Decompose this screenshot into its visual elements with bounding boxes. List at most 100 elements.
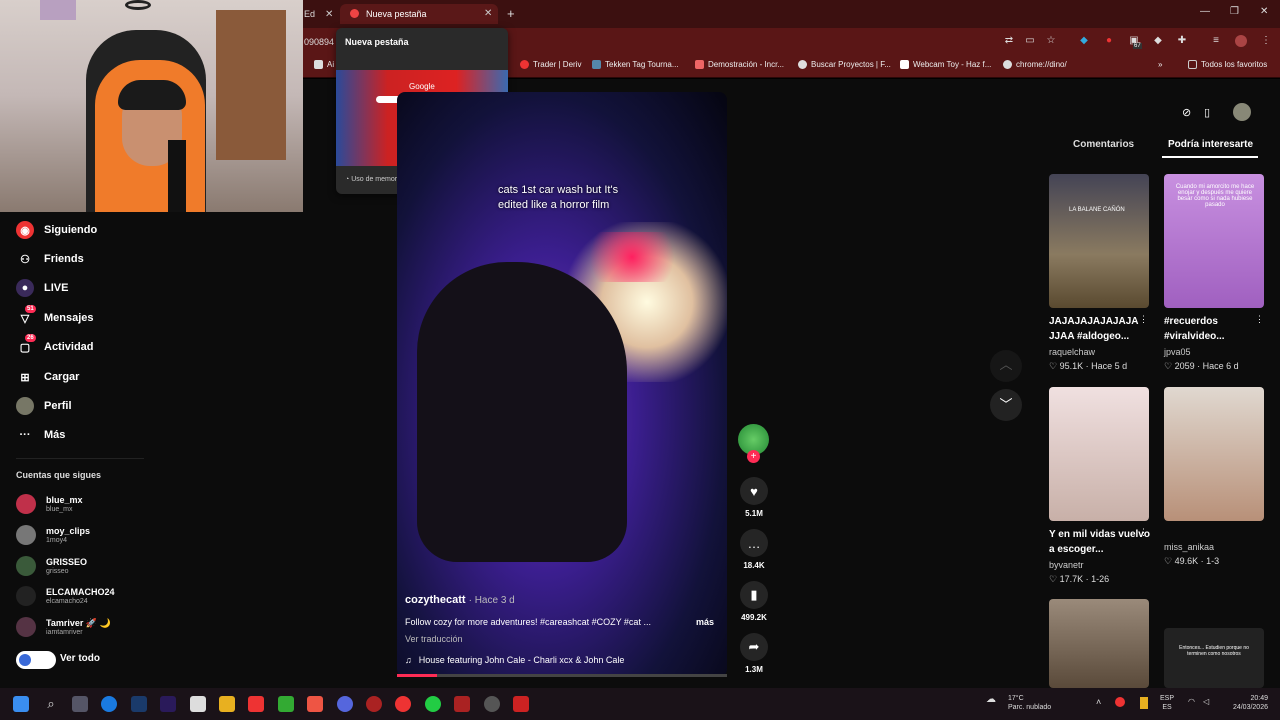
phone-icon[interactable]: ▯	[1204, 106, 1210, 119]
photoshop-icon[interactable]	[131, 696, 147, 712]
clock[interactable]: 20:49 24/03/2026	[1218, 694, 1268, 712]
obs-icon[interactable]	[484, 696, 500, 712]
chrome-icon[interactable]	[395, 696, 411, 712]
see-all-link[interactable]: Ver todo	[60, 653, 100, 664]
taskbar-app-icon[interactable]	[513, 696, 529, 712]
taskbar-app-icon[interactable]	[72, 696, 88, 712]
follow-plus-icon[interactable]: +	[747, 450, 760, 463]
nav-activity[interactable]: ▢ 26 Actividad	[16, 334, 94, 358]
bookmark[interactable]: Tekken Tag Tourna...	[592, 60, 679, 69]
minecraft-icon[interactable]	[278, 696, 294, 712]
maximize-icon[interactable]: ❐	[1230, 6, 1239, 17]
account-item[interactable]: ELCAMACHO24 elcamacho24	[16, 586, 115, 606]
video-thumbnail[interactable]: Entonces... Estudien porque no terminen …	[1164, 628, 1264, 688]
nav-messages[interactable]: ▽ 51 Mensajes	[16, 305, 94, 329]
bookmark[interactable]: Ai	[314, 60, 334, 69]
spotify-icon[interactable]	[425, 696, 441, 712]
bookmark[interactable]: Demostración - Incr...	[695, 60, 784, 69]
volume-icon[interactable]: ◁	[1203, 697, 1209, 706]
taskbar-app-icon[interactable]	[366, 696, 382, 712]
menu-icon[interactable]: ⋮	[1260, 35, 1272, 47]
chevron-right-icon[interactable]: »	[1158, 60, 1162, 69]
video-title[interactable]: Y en mil vidas vuelvo a escoger...	[1049, 527, 1153, 557]
nav-following[interactable]: ◉ Siguiendo	[16, 219, 97, 241]
video-title[interactable]: JAJAJAJAJAJAJA JJAA #aldogeo...	[1049, 314, 1153, 344]
browser-tab[interactable]: Ed ✕	[304, 4, 334, 24]
nav-profile[interactable]: Perfil	[16, 395, 72, 417]
extension-icon[interactable]: ◆	[1152, 35, 1164, 47]
tab-comments[interactable]: Comentarios	[1073, 139, 1134, 150]
voicemeeter-icon[interactable]	[454, 696, 470, 712]
taskbar-app-icon[interactable]	[190, 696, 206, 712]
share-button[interactable]: ➦ 1.3M	[740, 633, 768, 674]
progress-bar[interactable]	[397, 674, 727, 677]
bookmark-star-icon[interactable]: ☆	[1045, 35, 1057, 47]
avatar[interactable]	[1233, 103, 1251, 121]
puzzle-icon[interactable]: ✚	[1176, 35, 1188, 47]
video-thumbnail[interactable]	[1164, 387, 1264, 521]
chevron-up-icon[interactable]: ˄	[1096, 697, 1101, 707]
bookmark[interactable]: Webcam Toy - Haz f...	[900, 60, 991, 69]
more-options-icon[interactable]: ⋮	[1139, 527, 1148, 538]
bookmark[interactable]: Trader | Deriv	[520, 60, 581, 69]
bookmark[interactable]: Todos los favoritos	[1188, 60, 1267, 69]
bookmark[interactable]: Buscar Proyectos | F...	[798, 60, 891, 69]
comment-button[interactable]: … 18.4K	[740, 529, 768, 570]
more-options-icon[interactable]: ⋮	[1139, 314, 1148, 325]
video-user[interactable]: byvanetr	[1049, 560, 1084, 570]
new-tab-icon[interactable]: +	[507, 6, 515, 21]
cast-icon[interactable]: ▭	[1024, 35, 1036, 47]
extension-icon[interactable]: ◆	[1078, 35, 1090, 47]
minimize-icon[interactable]: —	[1200, 6, 1210, 17]
start-icon[interactable]	[13, 696, 29, 712]
account-item[interactable]: Tamriver 🚀 🌙 iamtamriver	[16, 617, 111, 637]
close-icon[interactable]: ✕	[325, 9, 333, 20]
nav-upload[interactable]: ⊞ Cargar	[16, 366, 79, 388]
video-player[interactable]	[397, 92, 727, 677]
video-user[interactable]: raquelchaw	[1049, 347, 1095, 357]
wifi-icon[interactable]: ◠	[1188, 697, 1195, 706]
save-button[interactable]: ▮ 499.2K	[740, 581, 768, 622]
video-thumbnail[interactable]: Cuando mi amorcito me hace enojar y desp…	[1164, 174, 1264, 308]
compass-icon[interactable]: ⊘	[1182, 106, 1191, 119]
video-title[interactable]: #recuerdos #viralvideo...	[1164, 314, 1268, 344]
account-item[interactable]: blue_mx blue_mx	[16, 494, 83, 514]
address-bar[interactable]: 090894	[304, 37, 334, 47]
video-thumbnail[interactable]	[1049, 387, 1149, 521]
translate-link[interactable]: Ver traducción	[405, 634, 463, 644]
media-icon[interactable]: ≡	[1210, 35, 1222, 47]
chevron-up-icon[interactable]: ︿	[990, 350, 1022, 382]
translate-icon[interactable]: ⇄	[1003, 35, 1015, 47]
video-user[interactable]: jpva05	[1164, 347, 1191, 357]
extension-icon[interactable]: ●	[1103, 35, 1115, 47]
browser-tab-active[interactable]: Nueva pestaña ✕	[340, 4, 498, 24]
video-thumbnail[interactable]	[1049, 599, 1149, 688]
video-user[interactable]: miss_anikaa	[1164, 542, 1214, 552]
discord-icon[interactable]	[337, 696, 353, 712]
more-options-icon[interactable]: ⋮	[1255, 314, 1264, 325]
edge-icon[interactable]	[101, 696, 117, 712]
chevron-down-icon[interactable]: ﹀	[990, 389, 1022, 421]
premiere-icon[interactable]	[160, 696, 176, 712]
tab-suggested[interactable]: Podría interesarte	[1168, 139, 1253, 150]
nav-live[interactable]: ● LIVE	[16, 277, 68, 299]
weather-widget[interactable]: 17°C Parc. nublado	[1008, 694, 1051, 712]
search-icon[interactable]: ⌕	[43, 696, 59, 712]
folder-icon[interactable]	[219, 696, 235, 712]
close-icon[interactable]: ✕	[484, 8, 492, 19]
avatar[interactable]	[1235, 35, 1247, 47]
tray-icon[interactable]	[1140, 697, 1148, 709]
video-author[interactable]: cozythecatt · Hace 3 d	[405, 594, 515, 606]
like-button[interactable]: ♥ 5.1M	[740, 477, 768, 518]
bookmark[interactable]: chrome://dino/	[1003, 60, 1067, 69]
account-item[interactable]: GRISSEO grisseo	[16, 556, 87, 576]
music-link[interactable]: ♫ House featuring John Cale - Charli xcx …	[405, 655, 624, 665]
tray-icon[interactable]	[1115, 697, 1125, 707]
more-button[interactable]: más	[696, 617, 714, 627]
account-item[interactable]: moy_clips 1moy4	[16, 525, 90, 545]
nav-more[interactable]: ··· Más	[16, 424, 66, 446]
nav-friends[interactable]: ⚇ Friends	[16, 248, 84, 270]
language-indicator[interactable]: ESP ES	[1160, 694, 1174, 712]
video-thumbnail[interactable]: LA BALANE CAÑÓN	[1049, 174, 1149, 308]
window-close-icon[interactable]: ✕	[1260, 6, 1268, 17]
